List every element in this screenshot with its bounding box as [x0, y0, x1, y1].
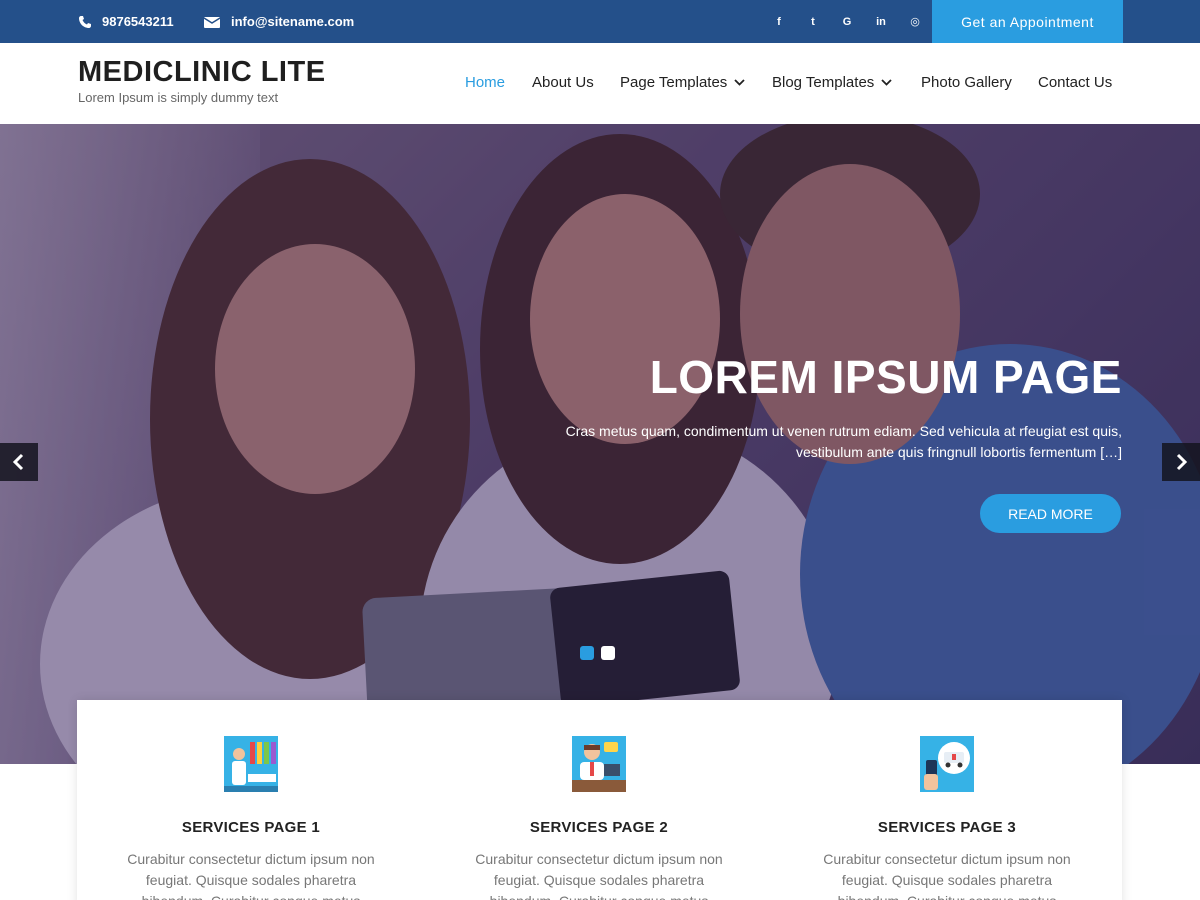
consultant-icon [572, 736, 626, 792]
chevron-left-icon [12, 453, 24, 471]
nav-label: Photo Gallery [921, 74, 1012, 91]
chevron-down-icon [734, 79, 745, 86]
phone-icon [79, 15, 91, 28]
nav-label: Home [465, 74, 506, 91]
nav-label: Contact Us [1038, 74, 1113, 91]
chevron-down-icon [881, 79, 892, 86]
service-title: SERVICES PAGE 2 [529, 819, 669, 836]
chevron-right-icon [1176, 453, 1188, 471]
slider-next-button[interactable] [1162, 443, 1200, 481]
google-plus-icon[interactable]: G [830, 0, 864, 43]
slide-description: Cras metus quam, condimentum ut venen ru… [565, 423, 1122, 460]
lab-doctor-icon [224, 736, 278, 792]
site-title: MEDICLINIC LITE [78, 56, 326, 88]
top-bar: 9876543211 info@sitename.com f t G in ◎ … [0, 0, 1200, 43]
nav-item-about-us[interactable]: About Us [532, 74, 594, 91]
social-links: f t G in ◎ [762, 0, 932, 43]
slider-dot[interactable] [601, 646, 615, 660]
email-address: info@sitename.com [231, 14, 355, 29]
nav-item-page-templates[interactable]: Page Templates [620, 74, 745, 91]
linkedin-icon[interactable]: in [864, 0, 898, 43]
facebook-icon[interactable]: f [762, 0, 796, 43]
get-appointment-button[interactable]: Get an Appointment [932, 0, 1123, 43]
phone-number: 9876543211 [102, 14, 174, 29]
nav-item-contact-us[interactable]: Contact Us [1038, 74, 1112, 91]
nav-item-home[interactable]: Home [465, 74, 505, 91]
nav-label: About Us [532, 74, 594, 91]
service-text: Curabitur consectetur dictum ipsum non f… [127, 851, 375, 900]
services-section: SERVICES PAGE 1 Curabitur consectetur di… [77, 700, 1122, 900]
read-more-button[interactable]: READ MORE [980, 494, 1121, 533]
phone-contact[interactable]: 9876543211 [78, 0, 174, 43]
slide-title: LOREM IPSUM PAGE [649, 351, 1122, 403]
service-card[interactable]: SERVICES PAGE 2 Curabitur consectetur di… [425, 700, 773, 900]
service-card[interactable]: SERVICES PAGE 1 Curabitur consectetur di… [77, 700, 425, 900]
envelope-icon [203, 16, 221, 28]
nav-item-blog-templates[interactable]: Blog Templates [772, 74, 892, 91]
instagram-icon[interactable]: ◎ [898, 0, 932, 43]
service-text: Curabitur consectetur dictum ipsum non f… [475, 851, 723, 900]
service-title: SERVICES PAGE 1 [181, 819, 321, 836]
email-contact[interactable]: info@sitename.com [203, 0, 354, 43]
site-header: MEDICLINIC LITE Lorem Ipsum is simply du… [0, 43, 1200, 124]
nav-item-photo-gallery[interactable]: Photo Gallery [921, 74, 1012, 91]
nav-label: Page Templates [620, 74, 728, 91]
twitter-icon[interactable]: t [796, 0, 830, 43]
ambulance-phone-icon [920, 736, 974, 792]
service-card[interactable]: SERVICES PAGE 3 Curabitur consectetur di… [773, 700, 1121, 900]
slider-pagination [580, 646, 615, 660]
slider-dot[interactable] [580, 646, 594, 660]
service-text: Curabitur consectetur dictum ipsum non f… [823, 851, 1071, 900]
hero-slider: LOREM IPSUM PAGE Cras metus quam, condim… [0, 124, 1200, 764]
site-tagline: Lorem Ipsum is simply dummy text [78, 90, 279, 105]
slider-prev-button[interactable] [0, 443, 38, 481]
site-logo[interactable]: MEDICLINIC LITE Lorem Ipsum is simply du… [78, 56, 326, 105]
nav-label: Blog Templates [772, 74, 875, 91]
service-title: SERVICES PAGE 3 [877, 819, 1017, 836]
